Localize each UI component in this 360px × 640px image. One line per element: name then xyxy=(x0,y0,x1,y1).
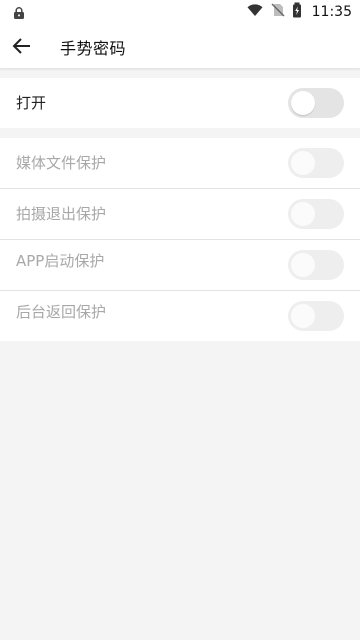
toggle-knob xyxy=(291,91,315,115)
main-toggle-row[interactable]: 打开 xyxy=(0,78,360,128)
main-toggle-section: 打开 xyxy=(0,78,360,128)
page-title: 手势密码 xyxy=(60,39,127,58)
toggle-knob xyxy=(291,202,315,226)
back-button[interactable] xyxy=(10,34,34,58)
status-indicators: 11:35 xyxy=(246,2,352,22)
app-bar: 手势密码 xyxy=(0,24,360,69)
lock-icon xyxy=(12,5,26,19)
option-row-app-launch[interactable]: APP启动保护 xyxy=(0,240,360,291)
option-toggle-app-launch[interactable] xyxy=(288,250,344,280)
wifi-icon xyxy=(246,2,264,22)
toggle-knob xyxy=(291,304,315,328)
options-section: 媒体文件保护 拍摄退出保护 APP启动保护 后台返回保护 xyxy=(0,138,360,341)
option-row-exit[interactable]: 拍摄退出保护 xyxy=(0,189,360,240)
option-label-media: 媒体文件保护 xyxy=(16,154,107,172)
status-time: 11:35 xyxy=(311,4,352,20)
battery-charging-icon xyxy=(292,2,302,22)
option-label-app-launch: APP启动保护 xyxy=(16,252,105,270)
status-bar: 11:35 xyxy=(0,0,360,24)
option-label-background-return: 后台返回保护 xyxy=(16,303,107,321)
option-row-media[interactable]: 媒体文件保护 xyxy=(0,138,360,189)
arrow-left-icon xyxy=(12,38,30,54)
option-toggle-exit[interactable] xyxy=(288,199,344,229)
option-label-exit: 拍摄退出保护 xyxy=(16,205,107,223)
option-toggle-media[interactable] xyxy=(288,148,344,178)
option-row-background-return[interactable]: 后台返回保护 xyxy=(0,291,360,341)
no-sim-icon xyxy=(270,2,286,22)
toggle-knob xyxy=(291,151,315,175)
main-toggle-label: 打开 xyxy=(16,94,47,112)
option-toggle-background-return[interactable] xyxy=(288,301,344,331)
main-toggle-switch[interactable] xyxy=(288,88,344,118)
toggle-knob xyxy=(291,253,315,277)
